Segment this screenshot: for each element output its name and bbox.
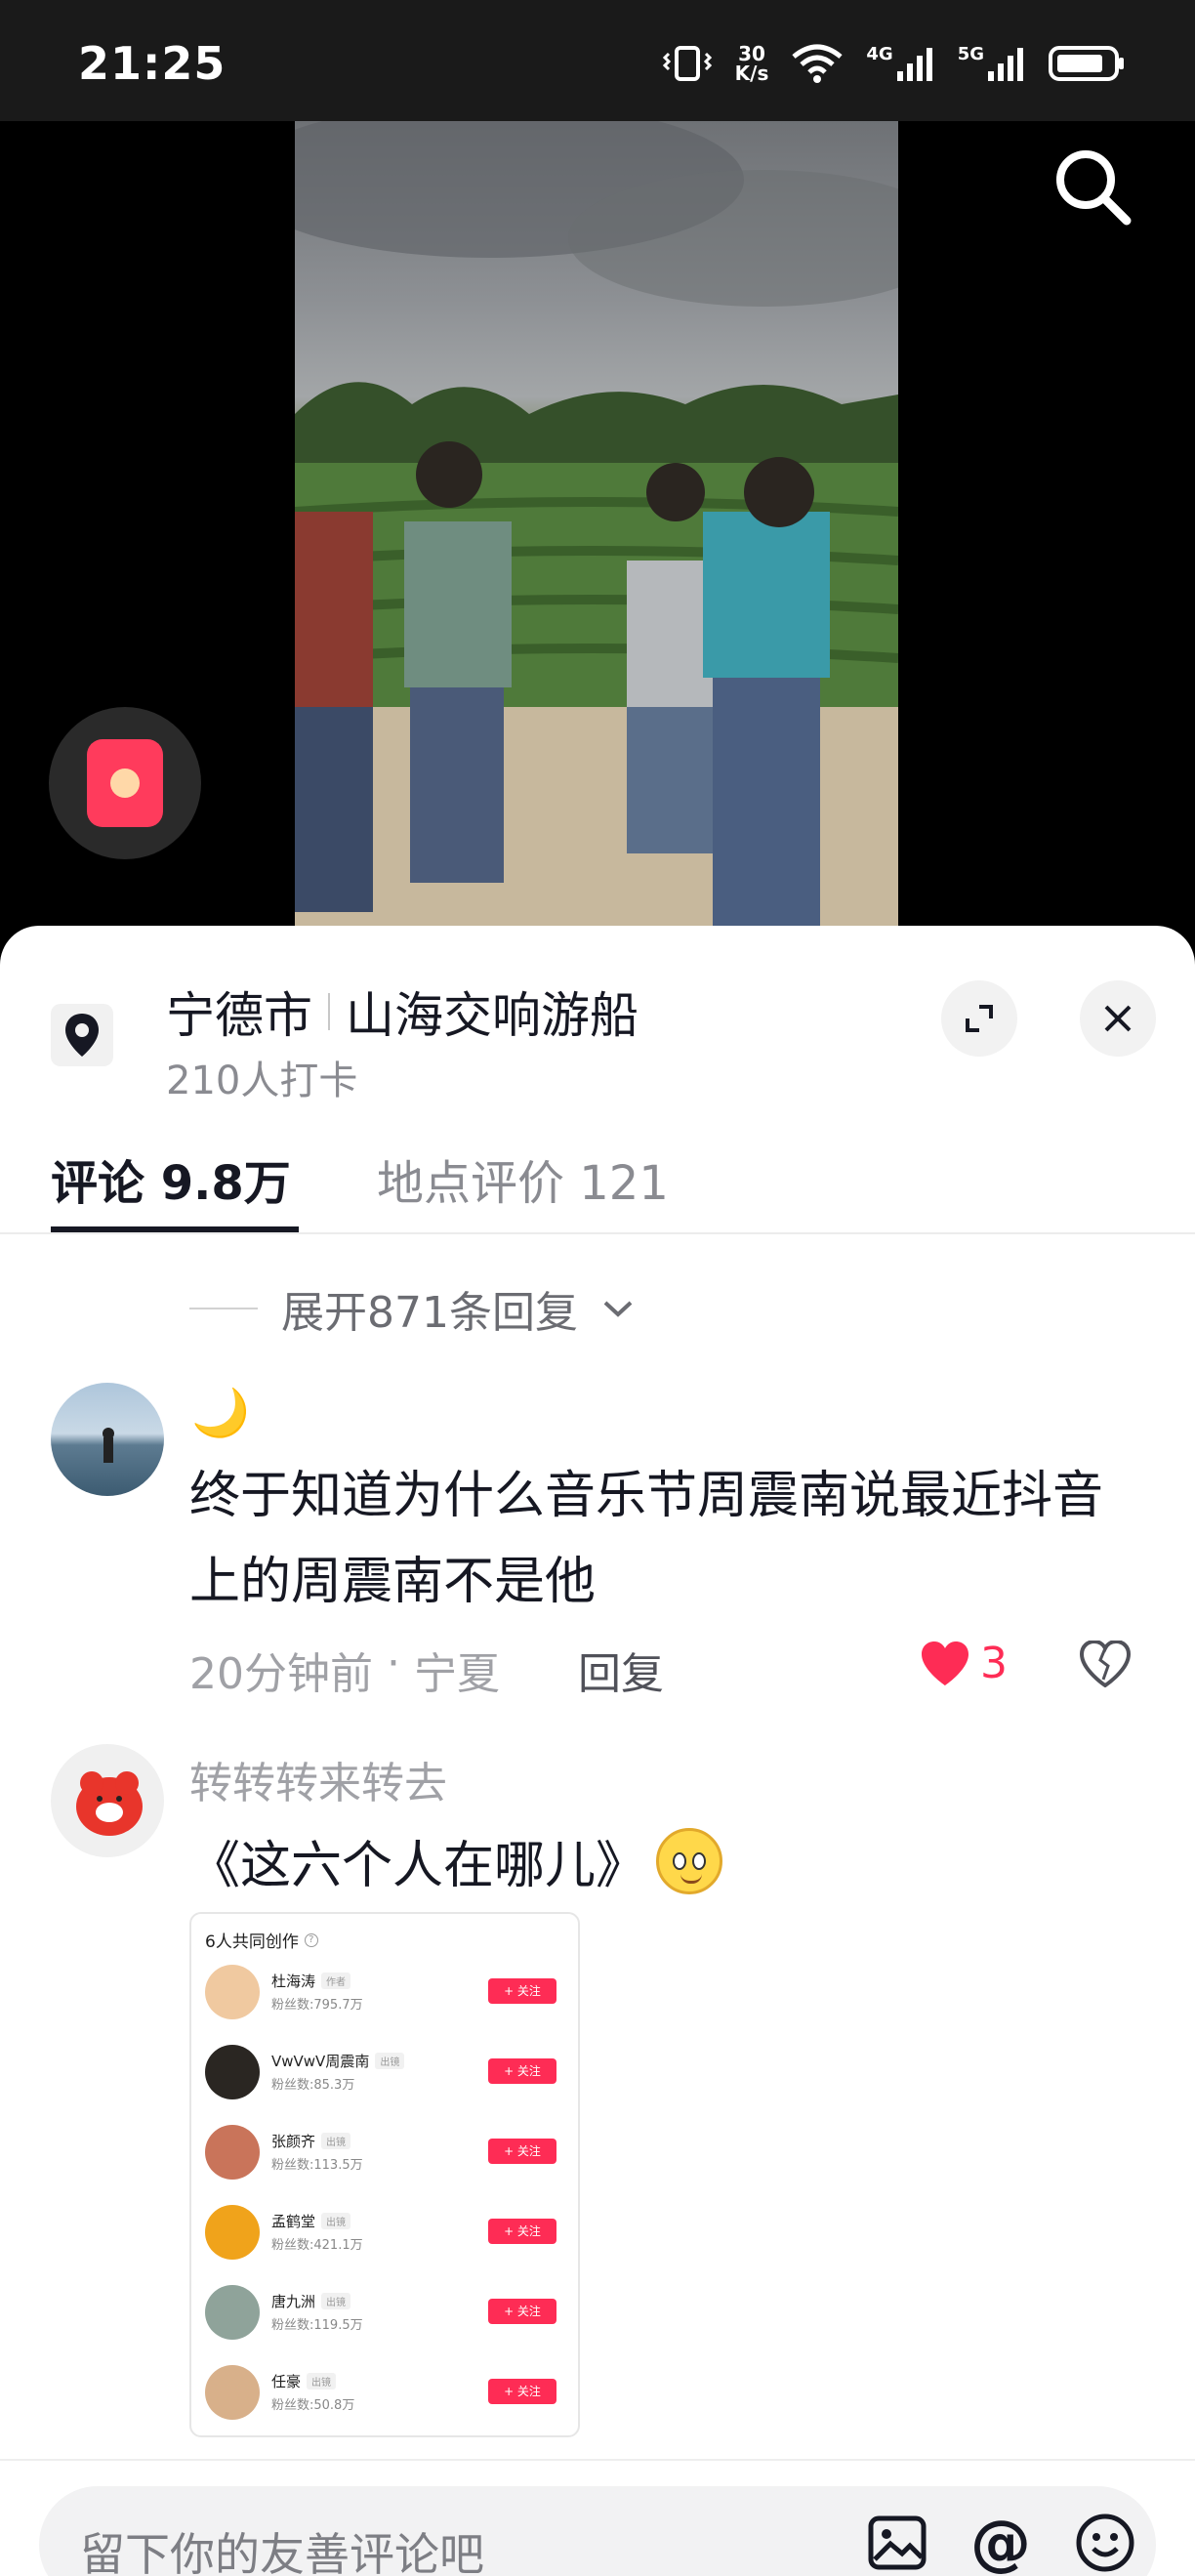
creator-avatar	[205, 2365, 260, 2420]
follow-button: + 关注	[488, 1978, 556, 2004]
tab-location-reviews[interactable]: 地点评价 121	[377, 1144, 669, 1213]
follow-button: + 关注	[488, 2139, 556, 2164]
comment-username[interactable]: 🌙	[191, 1385, 250, 1440]
info-icon: ?	[304, 1932, 318, 1947]
red-packet-icon	[87, 739, 163, 827]
follow-button: + 关注	[488, 2379, 556, 2404]
image-icon[interactable]	[867, 2513, 927, 2573]
creator-avatar	[205, 2285, 260, 2340]
comment-input[interactable]: 留下你的友善评论吧 @	[39, 2486, 1156, 2576]
creator-row: 孟鹤堂 出镜 粉丝数:421.1万 + 关注	[205, 2201, 568, 2264]
creator-avatar	[205, 2125, 260, 2180]
video-scene	[295, 121, 898, 932]
creator-avatar	[205, 1965, 260, 2019]
tab-underline	[51, 1226, 299, 1232]
title-separator	[328, 993, 330, 1030]
follow-button: + 关注	[488, 2299, 556, 2324]
creator-avatar	[205, 2205, 260, 2260]
tab-comments[interactable]: 评论 9.8万	[51, 1144, 291, 1213]
meta-dot: ·	[387, 1639, 400, 1688]
expand-replies-button[interactable]: 展开871条回复	[189, 1277, 635, 1340]
checkin-count: 210人打卡	[166, 1059, 358, 1103]
comment-input-bar: 留下你的友善评论吧 @	[0, 2459, 1195, 2576]
red-packet-button[interactable]	[49, 707, 201, 859]
attachment-title: 6人共同创作 ?	[205, 1928, 318, 1952]
smile-emoji-icon	[656, 1827, 723, 1894]
creator-row: 唐九洲 出镜 粉丝数:119.5万 + 关注	[205, 2281, 568, 2344]
status-time: 21:25	[78, 37, 227, 90]
comment-sheet: 宁德市 山海交响游船 210人打卡 评论 9.8万 地点评价 121 展开871…	[0, 926, 1195, 2576]
follow-button: + 关注	[488, 2058, 556, 2084]
tab-bar: 评论 9.8万 地点评价 121	[0, 1131, 1195, 1234]
comment-region: 宁夏	[414, 1649, 500, 1699]
input-icons: @	[867, 2512, 1136, 2574]
expand-replies-label: 展开871条回复	[281, 1288, 578, 1338]
heart-icon	[922, 1641, 968, 1685]
broken-heart-icon[interactable]	[1079, 1639, 1132, 1691]
follow-button: + 关注	[488, 2219, 556, 2244]
location-pin-icon	[51, 1004, 113, 1066]
like-count: 3	[980, 1639, 1008, 1688]
vibrate-icon	[662, 46, 712, 81]
comment-username[interactable]: 转转转来转去	[189, 1748, 447, 1810]
comment-meta: 20分钟前 · 宁夏	[189, 1639, 500, 1701]
comment-text[interactable]: 《这六个人在哪儿》	[189, 1824, 723, 1897]
chevron-down-icon	[603, 1301, 633, 1317]
signal-5g-icon: 5G	[958, 44, 1027, 83]
search-icon[interactable]	[1049, 143, 1136, 230]
close-icon[interactable]	[1080, 980, 1156, 1057]
status-bar: 21:25 30 K/s 4G 5G	[0, 0, 1195, 121]
input-placeholder: 留下你的友善评论吧	[80, 2528, 484, 2576]
comment-time: 20分钟前	[189, 1649, 373, 1699]
divider-line	[189, 1308, 258, 1309]
signal-4g-icon: 4G	[866, 44, 935, 83]
avatar[interactable]	[51, 1744, 164, 1857]
location-title[interactable]: 宁德市 山海交响游船	[166, 976, 639, 1047]
creator-avatar	[205, 2045, 260, 2099]
comment-image[interactable]: 6人共同创作 ? 杜海涛 作者 粉丝数:795.7万 + 关注 VwVwV周震南出…	[189, 1912, 580, 2437]
expand-icon[interactable]	[941, 980, 1017, 1057]
location-place: 山海交响游船	[346, 987, 639, 1044]
location-city: 宁德市	[166, 987, 312, 1044]
emoji-icon[interactable]	[1074, 2512, 1136, 2574]
reply-button[interactable]: 回复	[578, 1639, 664, 1701]
like-button[interactable]: 3	[920, 1639, 1008, 1688]
wifi-icon	[792, 44, 843, 83]
creator-row: VwVwV周震南 出镜 粉丝数:85.3万 + 关注	[205, 2041, 568, 2103]
video-frame[interactable]	[295, 121, 898, 932]
comment-text[interactable]: 终于知道为什么音乐节周震南说最近抖音上的周震南不是他	[189, 1453, 1146, 1625]
creator-row: 任豪 出镜 粉丝数:50.8万 + 关注	[205, 2361, 568, 2424]
at-icon[interactable]: @	[970, 2513, 1031, 2573]
creator-row: 杜海涛 作者 粉丝数:795.7万 + 关注	[205, 1961, 568, 2023]
status-icons: 30 K/s 4G 5G	[661, 43, 1127, 84]
battery-icon	[1049, 46, 1124, 81]
avatar[interactable]	[51, 1383, 164, 1496]
net-speed: 30 K/s	[734, 42, 769, 85]
comment-text-content: 《这六个人在哪儿》	[189, 1837, 647, 1895]
creator-row: 张颜齐 出镜 粉丝数:113.5万 + 关注	[205, 2121, 568, 2183]
video-player[interactable]	[0, 121, 1195, 932]
